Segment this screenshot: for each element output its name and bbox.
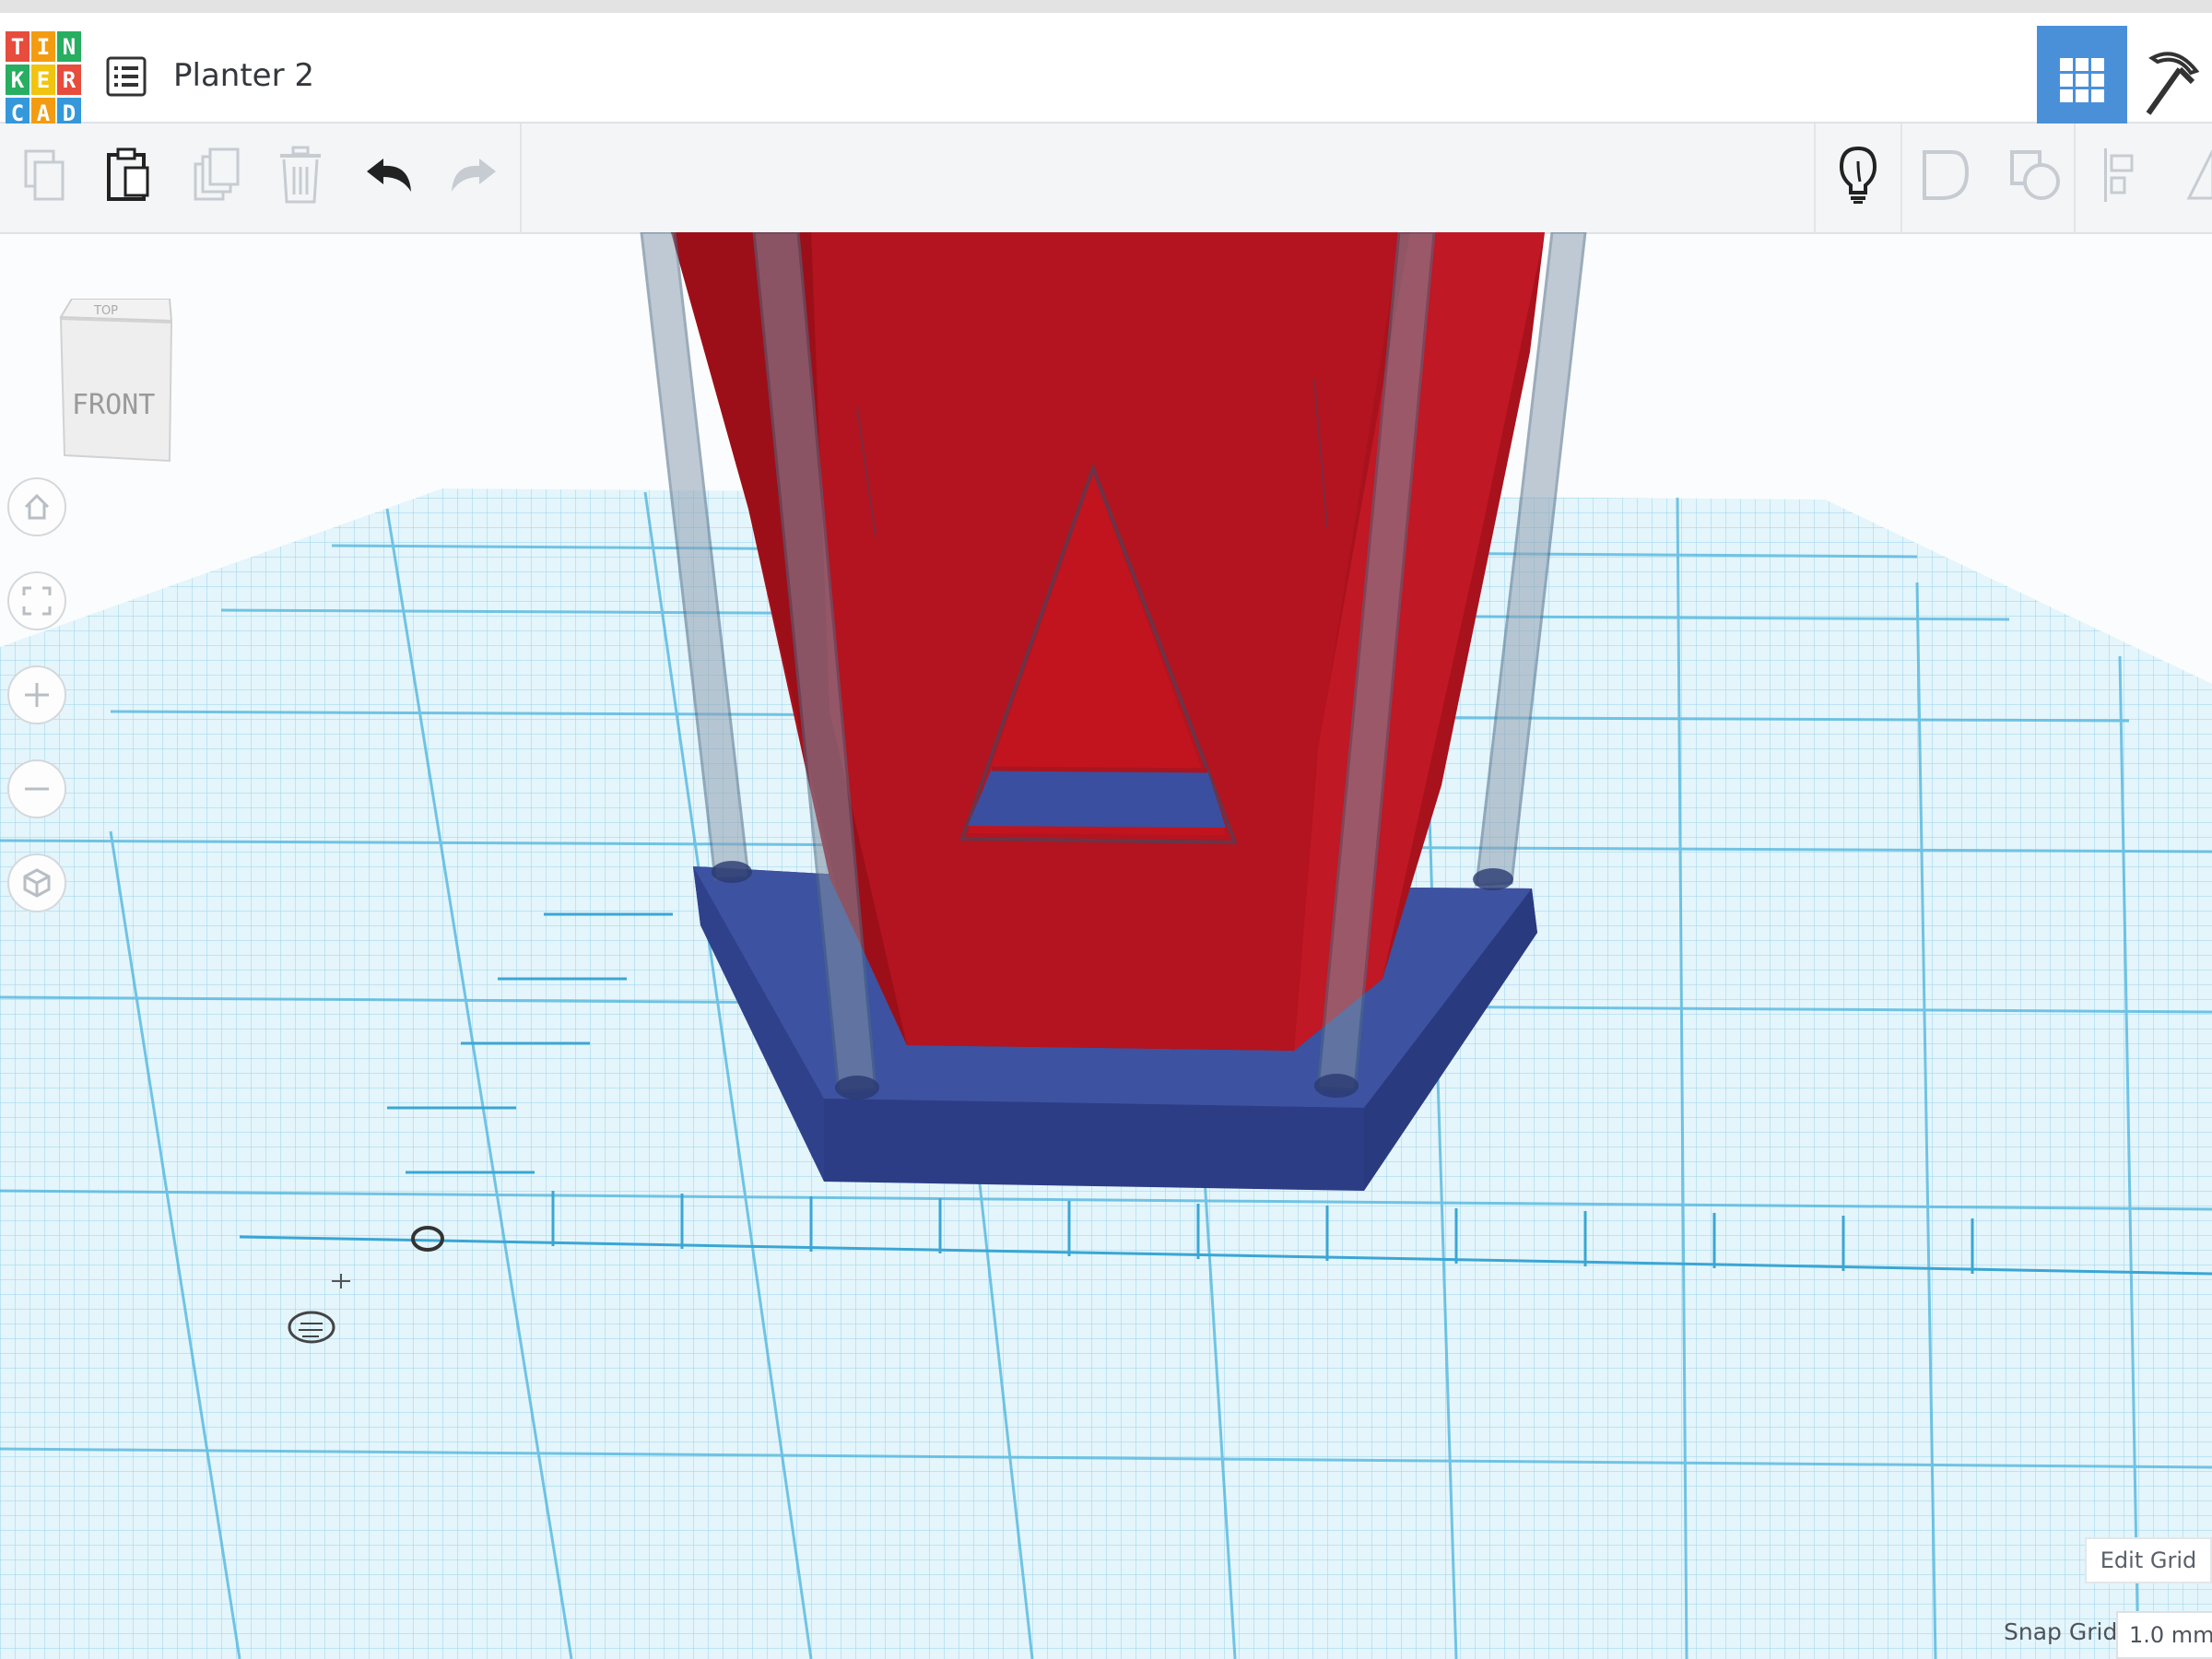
- align-button[interactable]: [2088, 142, 2155, 208]
- snap-grid-select[interactable]: 1.0 mm: [2116, 1611, 2212, 1659]
- toolbar-divider: [1814, 124, 1816, 232]
- view-cube-top-label: TOP: [94, 304, 119, 318]
- group-button[interactable]: [1913, 142, 1980, 208]
- mirror-icon: [2186, 149, 2212, 200]
- toolbar-divider: [2074, 124, 2076, 232]
- snap-grid-label: Snap Grid: [2004, 1618, 2118, 1645]
- zoom-in-button[interactable]: [7, 665, 66, 724]
- top-bar: T I N K E R C A D Planter 2: [0, 0, 2212, 135]
- edit-grid-button[interactable]: Edit Grid: [2085, 1537, 2212, 1583]
- mirror-button[interactable]: [2166, 142, 2212, 208]
- logo-letter: N: [57, 31, 81, 62]
- view-cube[interactable]: TOP FRONT: [53, 299, 173, 468]
- workplane-viewport[interactable]: TOP FRONT: [0, 232, 2212, 1659]
- pickaxe-icon: [2146, 52, 2200, 115]
- logo-letter: E: [31, 65, 55, 95]
- bulb-icon: [1839, 146, 1877, 204]
- undo-icon: [367, 159, 411, 192]
- ungroup-button[interactable]: [2002, 142, 2068, 208]
- redo-button[interactable]: [441, 142, 507, 208]
- edit-toolbar: [0, 124, 2212, 234]
- zoom-out-button[interactable]: [7, 759, 66, 818]
- 3d-view-button[interactable]: [2037, 26, 2127, 135]
- tinkercad-logo[interactable]: T I N K E R C A D: [6, 31, 83, 131]
- ungroup-icon: [2010, 150, 2060, 200]
- zoom-out-icon: [25, 787, 49, 791]
- fit-all-icon: [22, 586, 52, 616]
- logo-letter: K: [6, 65, 29, 95]
- toolbar-divider: [520, 124, 522, 232]
- delete-button[interactable]: [267, 142, 334, 208]
- redo-icon: [452, 159, 496, 192]
- duplicate-icon: [194, 147, 240, 201]
- logo-letter: R: [57, 65, 81, 95]
- undo-button[interactable]: [356, 142, 422, 208]
- ortho-perspective-button[interactable]: [7, 853, 66, 912]
- home-view-icon: [24, 493, 50, 520]
- ortho-perspective-icon: [23, 868, 51, 898]
- delete-icon: [280, 146, 321, 204]
- logo-letter: I: [31, 31, 55, 62]
- group-icon: [1923, 150, 1970, 200]
- paste-button[interactable]: [94, 142, 160, 208]
- home-view-button[interactable]: [7, 477, 66, 536]
- logo-letter: T: [6, 31, 29, 62]
- pickaxe-button[interactable]: [2127, 26, 2212, 135]
- copy-button[interactable]: [11, 142, 77, 208]
- fit-all-button[interactable]: [7, 571, 66, 630]
- align-icon: [2104, 148, 2134, 202]
- view-cube-front-label: FRONT: [72, 389, 156, 421]
- design-title[interactable]: Planter 2: [173, 57, 314, 94]
- copy-icon: [24, 149, 65, 201]
- toolbar-divider: [1900, 124, 1902, 232]
- notes-button[interactable]: [1825, 142, 1891, 208]
- paste-icon: [107, 147, 149, 201]
- grid-view-icon: [2060, 58, 2104, 102]
- workplane-scene[interactable]: [0, 232, 2212, 1659]
- duplicate-button[interactable]: [182, 142, 249, 208]
- zoom-in-icon: [25, 683, 49, 707]
- design-list-icon[interactable]: [103, 53, 149, 100]
